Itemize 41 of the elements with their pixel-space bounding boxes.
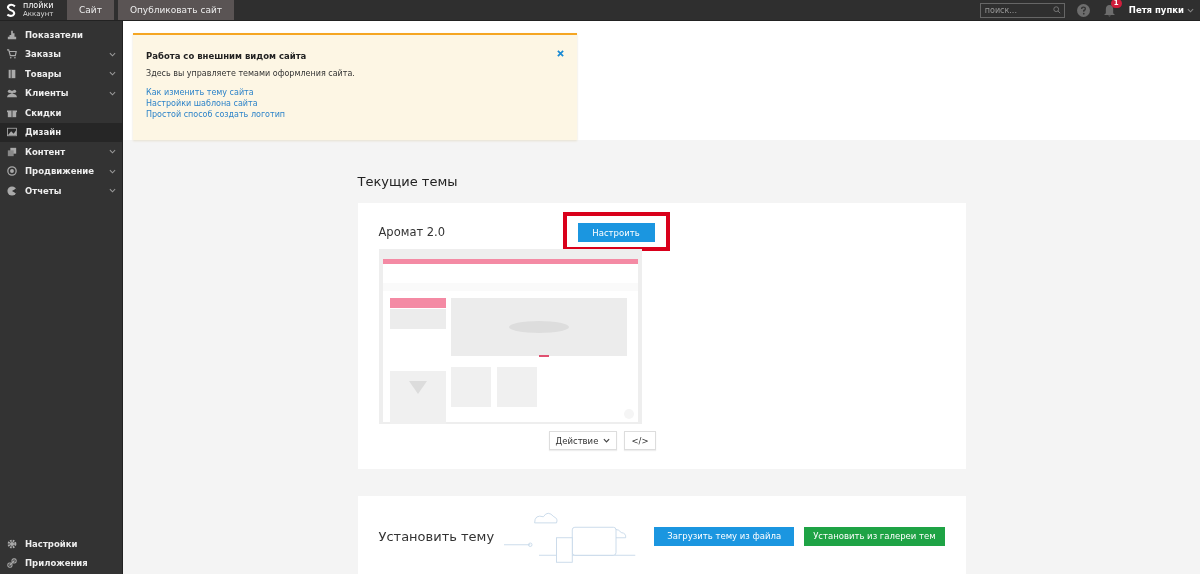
help-link[interactable]: Как изменить тему сайта xyxy=(146,88,254,97)
sidebar-item[interactable]: Заказы xyxy=(0,44,122,64)
help-link[interactable]: Простой способ создать логотип xyxy=(146,110,286,119)
bell-icon[interactable] xyxy=(1103,3,1115,17)
sidebar-item[interactable]: Показатели xyxy=(0,25,122,45)
top-button[interactable]: Опубликовать сайт xyxy=(117,0,235,20)
caret-icon xyxy=(603,438,611,443)
sidebar-item[interactable]: Отчеты xyxy=(0,181,122,201)
notice-text: Здесь вы управляете темами оформления сайта. xyxy=(146,69,356,78)
close-icon[interactable] xyxy=(557,49,564,57)
section-heading: Установить тему xyxy=(378,528,495,544)
chevron-down-icon xyxy=(109,188,116,194)
theme-name: Аромат 2.0 xyxy=(378,224,446,239)
sidebar-item[interactable]: Дизайн xyxy=(0,122,122,142)
sidebar-item[interactable]: Продвижение xyxy=(0,161,122,181)
action-dropdown[interactable]: Действие xyxy=(548,431,618,450)
logo-icon xyxy=(6,2,17,18)
top-button[interactable]: Сайт xyxy=(67,0,114,20)
user-menu[interactable]: Петя пупки xyxy=(1128,5,1200,15)
chevron-down-icon xyxy=(109,90,116,96)
code-button[interactable]: </> xyxy=(624,431,656,450)
sidebar-item[interactable]: Приложения xyxy=(0,553,122,573)
notice-title: Работа со внешним видом сайта xyxy=(146,51,307,61)
chevron-down-icon xyxy=(1187,7,1194,13)
sidebar-item[interactable]: Контент xyxy=(0,142,122,162)
section-heading: Текущие темы xyxy=(357,174,459,189)
sidebar-item[interactable]: Скидки xyxy=(0,103,122,123)
chevron-down-icon xyxy=(109,71,116,77)
search-field[interactable]: поиск... xyxy=(979,2,1065,18)
chevron-down-icon xyxy=(109,149,116,155)
sidebar-item[interactable]: Клиенты xyxy=(0,83,122,103)
gear-icon xyxy=(7,538,17,549)
link-icon xyxy=(7,558,17,569)
chevron-down-icon xyxy=(109,51,116,57)
brand-name: плойки xyxy=(23,2,54,10)
chevron-down-icon xyxy=(109,168,116,174)
help-icon[interactable] xyxy=(1076,3,1090,17)
sidebar-item[interactable]: Товары xyxy=(0,64,122,84)
search-icon xyxy=(1052,6,1061,14)
sidebar-item[interactable]: Настройки xyxy=(0,534,122,554)
help-link[interactable]: Настройки шаблона сайта xyxy=(146,99,258,108)
